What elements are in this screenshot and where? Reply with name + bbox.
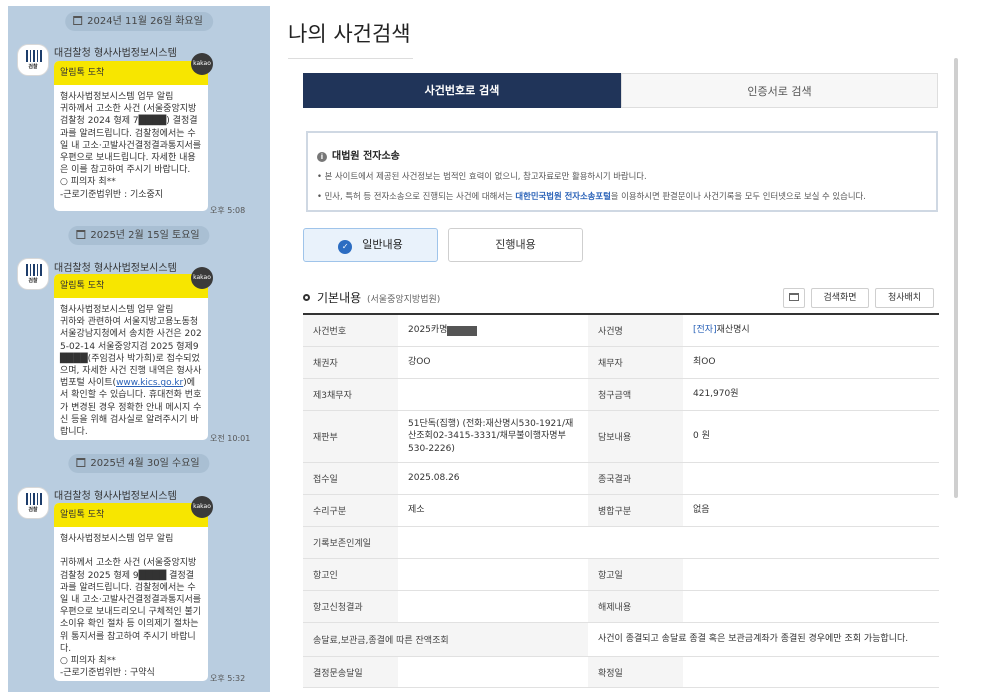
kakao-icon: kakao xyxy=(191,53,213,75)
info-icon: i xyxy=(317,152,327,162)
bubble-header: 알림톡 도착 xyxy=(54,61,208,85)
message-time: 오후 5:08 xyxy=(210,206,246,215)
notice-line: • 본 사이트에서 제공된 사건정보는 법적인 효력이 없으니, 참고자료로만 … xyxy=(317,171,647,181)
chat-panel[interactable]: 2024년 11월 26일 화요일 검찰 대검찰청 형사사법정보시스템 알림톡 … xyxy=(8,6,270,692)
table-row: 항고인 항고일 xyxy=(303,559,939,591)
message-time: 오전 10:01 xyxy=(210,434,251,443)
table-row: 기록보존인계일 xyxy=(303,527,939,559)
table-row: 항고신청결과 해제내용 xyxy=(303,591,939,623)
print-icon xyxy=(789,293,799,301)
date-divider: 2025년 2월 15일 토요일 xyxy=(68,226,210,245)
notice-line: • 민사, 특허 등 전자소송으로 진행되는 사건에 대해서는 대한민국법원 전… xyxy=(317,191,866,201)
calendar-icon xyxy=(76,230,86,239)
case-info-table: 사건번호 2025카명 사건명 [전자] 재산명시 채권자 강OO 채무자 최OO… xyxy=(303,313,939,688)
check-icon: ✓ xyxy=(338,240,353,254)
table-row: 채권자 강OO 채무자 최OO xyxy=(303,347,939,379)
redaction-mask xyxy=(447,325,478,336)
bullet-ring-icon xyxy=(303,294,310,301)
tab-case-number-search[interactable]: 사건번호로 검색 xyxy=(303,73,621,108)
date-divider: 2024년 11월 26일 화요일 xyxy=(65,12,213,31)
title-divider xyxy=(288,58,413,59)
sender-name: 대검찰청 형사사법정보시스템 xyxy=(54,491,177,502)
date-divider: 2025년 4월 30일 수요일 xyxy=(68,454,210,473)
table-row: 사건번호 2025카명 사건명 [전자] 재산명시 xyxy=(303,315,939,347)
calendar-icon xyxy=(73,16,83,25)
office-layout-button[interactable]: 청사배치 xyxy=(875,288,934,308)
kics-link[interactable]: www.kics.go.kr xyxy=(116,378,183,388)
avatar[interactable]: 검찰 xyxy=(17,44,49,76)
table-row: 송달료,보관금,종결에 따른 잔액조회 사건이 종결되고 송달료 종결 혹은 보… xyxy=(303,623,939,657)
table-row: 재판부 51단독(집행) (전화:재산명시530-1921/재산조회02-341… xyxy=(303,411,939,463)
sender-name: 대검찰청 형사사법정보시스템 xyxy=(54,48,177,59)
message-time: 오후 5:32 xyxy=(210,674,246,683)
message-text: 형사사법정보시스템 업무 알림 귀하께서 고소한 사건 (서울중앙지방검찰청 2… xyxy=(60,92,202,200)
tab-general-content[interactable]: ✓ 일반내용 xyxy=(303,228,438,262)
print-button[interactable] xyxy=(783,288,805,308)
prosecution-logo-icon xyxy=(26,493,42,505)
prosecution-logo-icon xyxy=(26,50,42,62)
tab-progress-content[interactable]: 진행내용 xyxy=(448,228,583,262)
message-bubble[interactable]: 알림톡 도착 형사사법정보시스템 업무 알림 귀하께서 고소한 사건 (서울중앙… xyxy=(54,503,208,681)
sender-name: 대검찰청 형사사법정보시스템 xyxy=(54,263,177,274)
avatar[interactable]: 검찰 xyxy=(17,487,49,519)
table-row: 접수일 2025.08.26 종국결과 xyxy=(303,463,939,495)
bubble-header: 알림톡 도착 xyxy=(54,274,208,298)
message-bubble[interactable]: 알림톡 도착 형사사법정보시스템 업무 알림 귀하와 관련하여 서울지방고용노동… xyxy=(54,274,208,440)
notice-box: i 대법원 전자소송 • 본 사이트에서 제공된 사건정보는 법적인 효력이 없으… xyxy=(306,131,938,212)
bubble-header: 알림톡 도착 xyxy=(54,503,208,527)
message-text: 형사사법정보시스템 업무 알림 귀하께서 고소한 사건 (서울중앙지방검찰청 2… xyxy=(60,534,202,679)
tab-certificate-search[interactable]: 인증서로 검색 xyxy=(621,73,938,108)
kakao-icon: kakao xyxy=(191,267,213,289)
kakao-icon: kakao xyxy=(191,496,213,518)
table-row: 수리구분 제소 병합구분 없음 xyxy=(303,495,939,527)
avatar[interactable]: 검찰 xyxy=(17,258,49,290)
section-title: 기본내용 (서울중앙지방법원) xyxy=(303,289,440,306)
search-screen-button[interactable]: 검색화면 xyxy=(811,288,869,308)
e-litigation-portal-link[interactable]: 대한민국법원 전자소송포털 xyxy=(515,191,610,201)
message-text: 형사사법정보시스템 업무 알림 귀하와 관련하여 서울지방고용노동청 서울강남지… xyxy=(60,305,202,438)
table-row: 결정문송달일 확정일 xyxy=(303,657,939,688)
calendar-icon xyxy=(76,458,86,467)
message-bubble[interactable]: 알림톡 도착 형사사법정보시스템 업무 알림 귀하께서 고소한 사건 (서울중앙… xyxy=(54,61,208,211)
notice-title: i 대법원 전자소송 xyxy=(317,147,400,162)
scrollbar[interactable] xyxy=(954,58,958,498)
prosecution-logo-icon xyxy=(26,264,42,276)
table-row: 제3채무자 청구금액 421,970원 xyxy=(303,379,939,411)
page-title: 나의 사건검색 xyxy=(288,22,411,46)
